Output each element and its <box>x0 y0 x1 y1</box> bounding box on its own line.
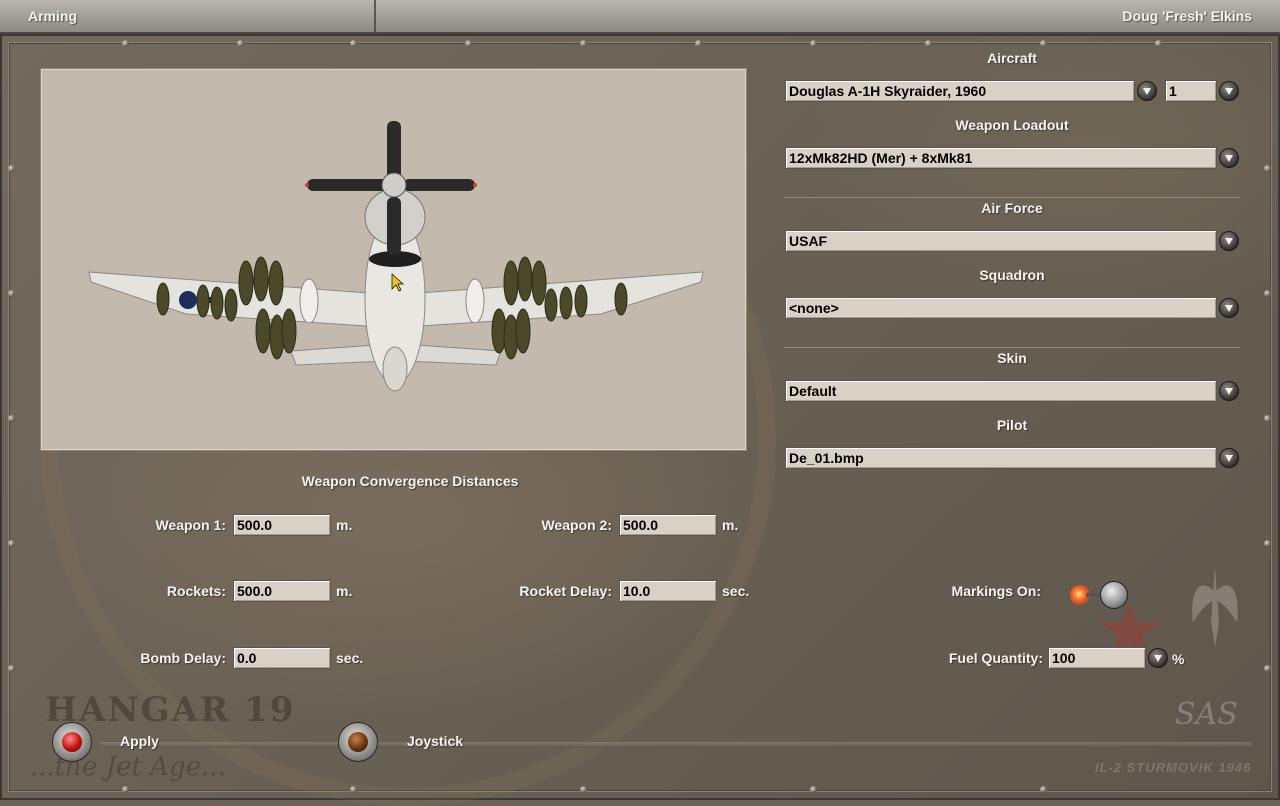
skin-dropdown-chevron-down-icon[interactable] <box>1219 381 1239 401</box>
markings-toggle[interactable] <box>1070 580 1132 610</box>
hangar-watermark: HANGAR 19 <box>45 690 296 730</box>
rivet <box>1264 415 1271 422</box>
toggle-knob-icon[interactable] <box>1100 581 1128 609</box>
rivet <box>1264 290 1271 297</box>
weapon2-distance-input[interactable]: 500.0 <box>619 514 717 536</box>
joystick-button[interactable] <box>338 722 378 762</box>
weapon1-distance-input[interactable]: 500.0 <box>233 514 331 536</box>
rockets-distance-input[interactable]: 500.0 <box>233 580 331 602</box>
rivet <box>465 40 472 47</box>
weapon2-unit: m. <box>722 517 739 533</box>
aircraft-model-icon <box>88 121 704 392</box>
screen-title: Arming <box>28 8 77 24</box>
fuel-quantity-dropdown-chevron-down-icon[interactable] <box>1148 648 1168 668</box>
rocket-delay-unit: sec. <box>722 583 750 599</box>
il2-watermark: IL-2 STURMOVIK 1946 <box>1095 760 1252 775</box>
air-force-dropdown-chevron-down-icon[interactable] <box>1219 231 1239 251</box>
pilot-label: Pilot <box>996 417 1028 433</box>
section-divider <box>784 347 1240 348</box>
markings-label: Markings On: <box>951 583 1041 599</box>
aircraft-select[interactable]: Douglas A-1H Skyraider, 1960 <box>785 80 1135 102</box>
aircraft-number-select[interactable]: 1 <box>1165 80 1217 102</box>
weapon1-label: Weapon 1: <box>155 517 226 533</box>
apply-button[interactable] <box>52 722 92 762</box>
apply-label[interactable]: Apply <box>120 733 159 749</box>
rivet <box>1264 165 1271 172</box>
rivet <box>1155 40 1162 47</box>
convergence-heading: Weapon Convergence Distances <box>301 473 519 489</box>
aircraft-label: Aircraft <box>987 50 1037 66</box>
rivet <box>1040 40 1047 47</box>
rivet <box>810 786 817 793</box>
aircraft-preview-viewport[interactable] <box>40 68 747 451</box>
weapon-loadout-select[interactable]: 12xMk82HD (Mer) + 8xMk81 <box>785 147 1217 169</box>
weapon2-label: Weapon 2: <box>541 517 612 533</box>
rivet <box>8 290 15 297</box>
title-left-segment: Arming <box>0 0 376 32</box>
title-bar: Arming Doug 'Fresh' Elkins <box>0 0 1280 34</box>
sas-watermark: SAS <box>1175 697 1238 732</box>
rivet <box>8 415 15 422</box>
bomb-delay-label: Bomb Delay: <box>140 650 226 666</box>
rivet <box>810 40 817 47</box>
winged-dagger-emblem <box>1192 567 1238 647</box>
fuel-quantity-select[interactable]: 100 <box>1048 647 1146 669</box>
rivet <box>237 40 244 47</box>
aircraft-number-dropdown-chevron-down-icon[interactable] <box>1219 81 1239 101</box>
title-right-segment: Doug 'Fresh' Elkins <box>376 0 1280 32</box>
weapon-loadout-label: Weapon Loadout <box>955 117 1069 133</box>
squadron-dropdown-chevron-down-icon[interactable] <box>1219 298 1239 318</box>
rockets-label: Rockets: <box>166 583 226 599</box>
air-force-label: Air Force <box>981 200 1043 216</box>
bomb-delay-input[interactable]: 0.0 <box>233 647 331 669</box>
rivet <box>8 165 15 172</box>
pilot-select[interactable]: De_01.bmp <box>785 447 1217 469</box>
rivet <box>1264 665 1271 672</box>
rocket-delay-label: Rocket Delay: <box>519 583 612 599</box>
joystick-label[interactable]: Joystick <box>407 733 463 749</box>
aircraft-dropdown-chevron-down-icon[interactable] <box>1137 81 1157 101</box>
air-force-select[interactable]: USAF <box>785 230 1217 252</box>
rivet <box>925 40 932 47</box>
fuel-unit: % <box>1172 651 1185 667</box>
rivet <box>695 40 702 47</box>
squadron-select[interactable]: <none> <box>785 297 1217 319</box>
weapon-loadout-dropdown-chevron-down-icon[interactable] <box>1219 148 1239 168</box>
section-divider <box>784 197 1240 198</box>
rivet <box>1040 786 1047 793</box>
rivet <box>8 540 15 547</box>
rocket-delay-input[interactable]: 10.0 <box>619 580 717 602</box>
rivet <box>8 665 15 672</box>
rivet <box>350 786 357 793</box>
weapon1-unit: m. <box>336 517 353 533</box>
rivet <box>350 40 357 47</box>
rivet <box>580 40 587 47</box>
rockets-unit: m. <box>336 583 353 599</box>
bomb-delay-unit: sec. <box>336 650 364 666</box>
rivet <box>122 786 129 793</box>
pilot-name: Doug 'Fresh' Elkins <box>1122 8 1252 24</box>
red-light-icon <box>62 732 82 752</box>
rivet <box>122 40 129 47</box>
skin-label: Skin <box>997 350 1027 366</box>
rivet <box>580 786 587 793</box>
squadron-label: Squadron <box>979 267 1045 283</box>
skin-select[interactable]: Default <box>785 380 1217 402</box>
fuel-quantity-label: Fuel Quantity: <box>948 650 1043 666</box>
pilot-dropdown-chevron-down-icon[interactable] <box>1219 448 1239 468</box>
bottom-rail <box>100 742 1252 748</box>
rivet <box>1264 540 1271 547</box>
amber-light-icon <box>348 732 368 752</box>
